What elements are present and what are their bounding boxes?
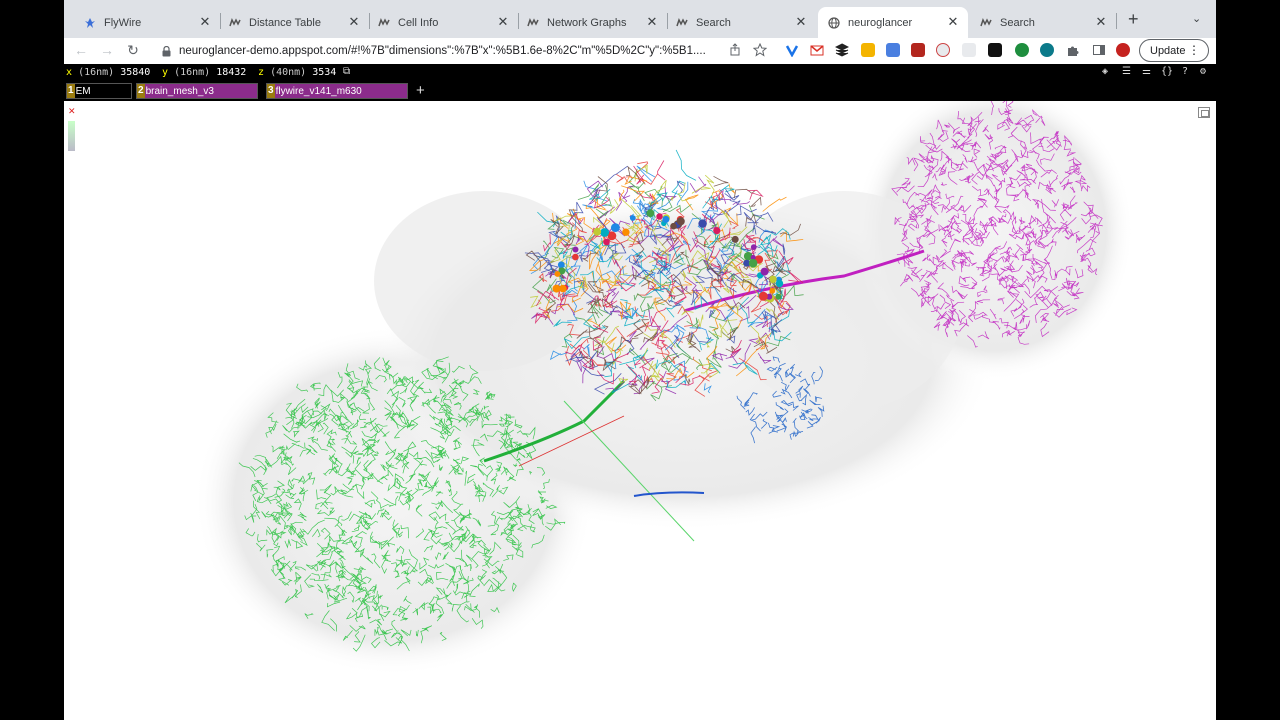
codex-icon [980, 17, 992, 29]
layer-number: 3 [267, 84, 275, 98]
extension-teal-icon[interactable] [1040, 43, 1054, 57]
codex-icon [378, 17, 390, 29]
layer-name: EM [75, 85, 91, 97]
layers-extension-icon[interactable] [834, 43, 850, 57]
extension-red-icon[interactable] [911, 43, 925, 57]
coord-z[interactable]: z (40nm) 3534 [258, 67, 336, 78]
close-icon[interactable]: ✕ [347, 15, 361, 29]
browser-window: FlyWire ✕ Distance Table ✕ Cell Info ✕ N… [64, 0, 1216, 720]
close-icon[interactable]: ✕ [68, 106, 76, 117]
maximize-icon[interactable] [1198, 107, 1210, 118]
close-icon[interactable]: ✕ [794, 15, 808, 29]
add-layer-button[interactable]: + [416, 82, 425, 99]
update-label: Update [1150, 44, 1186, 57]
gmail-icon[interactable] [810, 43, 824, 57]
extension-v-icon[interactable] [785, 43, 799, 58]
tab-search[interactable]: Search ✕ [668, 7, 816, 38]
tab-search-menu-icon[interactable]: ⌄ [1192, 12, 1201, 25]
coord-y[interactable]: y (16nm) 18432 [162, 67, 246, 78]
tab-label: FlyWire [104, 16, 142, 29]
help-icon[interactable]: ? [1182, 66, 1188, 77]
menu-dots-icon: ⋮ [1188, 43, 1200, 57]
forward-icon[interactable]: → [98, 42, 116, 58]
extension-green-icon[interactable] [1015, 43, 1029, 57]
layer-panel: 1 EM 2 brain_mesh_v3 3 flywire_v141_m630 [64, 81, 1216, 101]
share-icon[interactable] [728, 43, 742, 57]
tab-label: Search [1000, 16, 1035, 29]
axis-value: 3534 [312, 67, 337, 78]
close-icon[interactable]: ✕ [1094, 15, 1108, 29]
neuroglancer-top-bar: x (16nm) 35840 y (16nm) 18432 z (40nm) 3… [64, 64, 1216, 81]
axis-value: 35840 [120, 67, 151, 78]
axis-label: y [162, 67, 169, 78]
layer-color-legend [68, 121, 75, 151]
tab-flywire[interactable]: FlyWire ✕ [72, 7, 220, 38]
tab-label: Distance Table [249, 16, 321, 29]
layers-icon[interactable]: ◈ [1102, 66, 1108, 77]
axis-label: z [258, 67, 265, 78]
codex-icon [676, 17, 688, 29]
3d-viewer[interactable]: ✕ [64, 101, 1216, 720]
layer-name: flywire_v141_m630 [275, 85, 362, 97]
puzzle-icon[interactable] [1066, 43, 1080, 57]
codex-icon [229, 17, 241, 29]
bookmark-star-icon[interactable] [752, 42, 768, 57]
tab-network-graphs[interactable]: Network Graphs ✕ [519, 7, 667, 38]
layer-em[interactable]: 1 EM [66, 83, 132, 99]
browser-toolbar: ← → ↻ neuroglancer-demo.appspot.com/#!%7… [64, 38, 1216, 64]
tab-search-2[interactable]: Search ✕ [968, 7, 1116, 38]
address-bar[interactable]: neuroglancer-demo.appspot.com/#!%7B"dime… [154, 38, 754, 64]
tab-label: neuroglancer [848, 16, 913, 29]
axis-value: 18432 [216, 67, 247, 78]
translate-icon[interactable] [886, 43, 900, 57]
sidepanel-icon[interactable] [1092, 43, 1106, 57]
globe-icon [828, 16, 840, 29]
extension-dark-icon[interactable] [988, 43, 1002, 57]
settings-icon[interactable]: ⚙ [1200, 66, 1206, 77]
extension-circle-icon[interactable] [936, 43, 950, 57]
tab-label: Network Graphs [547, 16, 627, 29]
keep-icon[interactable] [861, 43, 875, 57]
tab-label: Search [696, 16, 731, 29]
axis-unit: (16nm) [78, 67, 115, 78]
close-icon[interactable]: ✕ [946, 15, 960, 29]
codex-icon [527, 17, 539, 29]
coord-x[interactable]: x (16nm) 35840 [66, 67, 150, 78]
axis-label: x [66, 67, 73, 78]
tab-strip: FlyWire ✕ Distance Table ✕ Cell Info ✕ N… [64, 0, 1216, 38]
tab-distance-table[interactable]: Distance Table ✕ [221, 7, 369, 38]
avatar[interactable] [1116, 43, 1130, 57]
layer-name: brain_mesh_v3 [145, 85, 214, 97]
list-icon[interactable]: ☰ [1122, 66, 1131, 77]
url-text: neuroglancer-demo.appspot.com/#!%7B"dime… [179, 45, 706, 57]
flywire-icon [84, 17, 96, 29]
tab-cell-info[interactable]: Cell Info ✕ [370, 7, 518, 38]
extension-gray-icon[interactable] [962, 43, 976, 57]
back-icon[interactable]: ← [72, 42, 90, 58]
axis-unit: (16nm) [174, 67, 211, 78]
copy-icon[interactable]: ⧉ [343, 66, 350, 77]
update-button[interactable]: Update ⋮ [1139, 39, 1209, 62]
neuron-render [194, 101, 1134, 676]
close-icon[interactable]: ✕ [198, 15, 212, 29]
reload-icon[interactable]: ↻ [124, 42, 142, 59]
lock-icon [162, 45, 171, 57]
layer-brain-mesh[interactable]: 2 brain_mesh_v3 [136, 83, 258, 99]
tab-neuroglancer[interactable]: neuroglancer ✕ [818, 7, 968, 38]
axis-unit: (40nm) [270, 67, 307, 78]
new-tab-button[interactable]: + [1128, 10, 1139, 28]
close-icon[interactable]: ✕ [645, 15, 659, 29]
sliders-icon[interactable]: ⚌ [1142, 66, 1151, 77]
close-icon[interactable]: ✕ [496, 15, 510, 29]
json-icon[interactable]: {} [1161, 66, 1173, 77]
layer-flywire[interactable]: 3 flywire_v141_m630 [266, 83, 408, 99]
tab-label: Cell Info [398, 16, 439, 29]
layer-number: 1 [67, 84, 75, 98]
layer-number: 2 [137, 84, 145, 98]
